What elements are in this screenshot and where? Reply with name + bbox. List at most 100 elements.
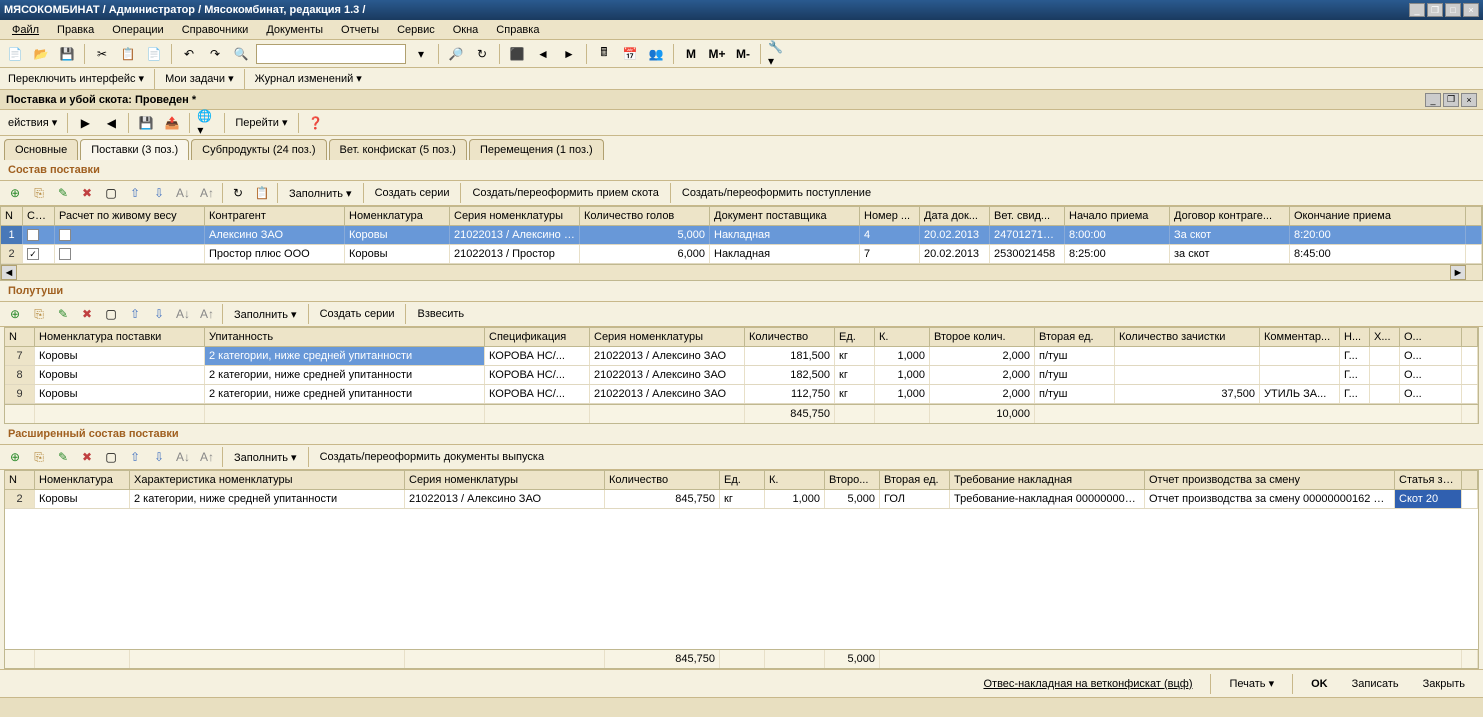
create-receipt-button[interactable]: Создать/переоформить поступление xyxy=(675,184,878,202)
grid1-scrollbar[interactable]: ◄ ► xyxy=(1,264,1482,280)
help-icon[interactable]: ❓ xyxy=(305,112,327,134)
goto-dropdown[interactable]: Перейти ▾ xyxy=(231,114,291,131)
edit-icon[interactable]: ✎ xyxy=(52,446,74,468)
cut-icon[interactable]: ✂ xyxy=(91,43,113,65)
tab-main[interactable]: Основные xyxy=(4,139,78,160)
move-down-icon[interactable]: ⇩ xyxy=(148,446,170,468)
scroll-right-icon[interactable]: ► xyxy=(1450,265,1466,280)
post-icon[interactable]: ▶ xyxy=(74,112,96,134)
col-liveweight[interactable]: Расчет по живому весу xyxy=(55,207,205,225)
move-down-icon[interactable]: ⇩ xyxy=(148,182,170,204)
delete-icon[interactable]: ✖ xyxy=(76,446,98,468)
cost-cell-selected[interactable]: Скот 20 xyxy=(1395,490,1462,508)
col-number[interactable]: Номер ... xyxy=(860,207,920,225)
checkbox-liveweight[interactable] xyxy=(59,229,71,241)
users-icon[interactable]: 👥 xyxy=(645,43,667,65)
doc-export-icon[interactable]: 📤 xyxy=(161,112,183,134)
restore-button[interactable]: ❐ xyxy=(1427,3,1443,17)
ok-button[interactable]: OK xyxy=(1303,675,1336,693)
col-n[interactable]: N xyxy=(1,207,23,225)
create-output-button[interactable]: Создать/переоформить документы выпуска xyxy=(313,448,551,466)
save-icon[interactable]: 💾 xyxy=(56,43,78,65)
copy-icon[interactable]: 📋 xyxy=(117,43,139,65)
search-input[interactable] xyxy=(256,44,406,64)
tab-vet[interactable]: Вет. конфискат (5 поз.) xyxy=(329,139,467,160)
weigh-note-link[interactable]: Отвес-накладная на ветконфискат (вцф) xyxy=(975,675,1200,693)
move-down-icon[interactable]: ⇩ xyxy=(148,303,170,325)
menu-documents[interactable]: Документы xyxy=(260,22,329,38)
add-icon[interactable]: ⊕ xyxy=(4,303,26,325)
menu-file[interactable]: Файл xyxy=(6,22,45,38)
col-vet[interactable]: Вет. свид... xyxy=(990,207,1065,225)
table-row[interactable]: 2 Простор плюс ООО Коровы 21022013 / Про… xyxy=(1,245,1482,264)
back-icon[interactable]: ◄ xyxy=(532,43,554,65)
sort-asc-icon[interactable]: A↓ xyxy=(172,182,194,204)
col-start[interactable]: Начало приема xyxy=(1065,207,1170,225)
clear-icon[interactable]: ▢ xyxy=(100,182,122,204)
undo-icon[interactable]: ↶ xyxy=(178,43,200,65)
col-supplier-doc[interactable]: Документ поставщика xyxy=(710,207,860,225)
stop-icon[interactable]: ⬛ xyxy=(506,43,528,65)
edit-icon[interactable]: ✎ xyxy=(52,182,74,204)
paste-icon[interactable]: 📄 xyxy=(143,43,165,65)
sort-asc-icon[interactable]: A↓ xyxy=(172,446,194,468)
copy-row-icon[interactable]: ⎘ xyxy=(28,303,50,325)
clear-icon[interactable]: ▢ xyxy=(100,446,122,468)
save-button[interactable]: Записать xyxy=(1344,675,1407,693)
switch-interface[interactable]: Переключить интерфейс ▾ xyxy=(4,70,148,87)
table-row[interactable]: 8 Коровы 2 категории, ниже средней упита… xyxy=(5,366,1478,385)
table-row[interactable]: 2 Коровы 2 категории, ниже средней упита… xyxy=(5,490,1478,509)
refresh-icon[interactable]: ↻ xyxy=(471,43,493,65)
m-minus-button[interactable]: M- xyxy=(732,43,754,65)
calc-icon[interactable]: 🖩 xyxy=(593,43,615,65)
move-up-icon[interactable]: ⇧ xyxy=(124,182,146,204)
copy-row-icon[interactable]: ⎘ xyxy=(28,182,50,204)
col-heads[interactable]: Количество голов xyxy=(580,207,710,225)
delete-icon[interactable]: ✖ xyxy=(76,303,98,325)
menu-operations[interactable]: Операции xyxy=(106,22,169,38)
redo-icon[interactable]: ↷ xyxy=(204,43,226,65)
unpost-icon[interactable]: ◀ xyxy=(100,112,122,134)
m-button[interactable]: M xyxy=(680,43,702,65)
col-series[interactable]: Серия номенклатуры xyxy=(450,207,580,225)
weigh-button[interactable]: Взвесить xyxy=(410,305,471,323)
export-grid-icon[interactable]: 📋 xyxy=(251,182,273,204)
scroll-left-icon[interactable]: ◄ xyxy=(1,265,17,280)
doc-close-button[interactable]: × xyxy=(1461,93,1477,107)
menu-reports[interactable]: Отчеты xyxy=(335,22,385,38)
checkbox-so[interactable] xyxy=(27,229,39,241)
menu-edit[interactable]: Правка xyxy=(51,22,100,38)
col-end[interactable]: Окончание приема xyxy=(1290,207,1466,225)
actions-dropdown[interactable]: ействия ▾ xyxy=(4,114,61,131)
col-agent[interactable]: Контрагент xyxy=(205,207,345,225)
col-so[interactable]: Со... xyxy=(23,207,55,225)
menu-directories[interactable]: Справочники xyxy=(176,22,255,38)
close-button[interactable]: Закрыть xyxy=(1415,675,1473,693)
create-series-button[interactable]: Создать серии xyxy=(313,305,402,323)
table-row[interactable]: 7 Коровы 2 категории, ниже средней упита… xyxy=(5,347,1478,366)
tab-transfers[interactable]: Перемещения (1 поз.) xyxy=(469,139,604,160)
fill-button[interactable]: Заполнить ▾ xyxy=(227,305,304,324)
new-icon[interactable]: 📄 xyxy=(4,43,26,65)
edit-icon[interactable]: ✎ xyxy=(52,303,74,325)
copy-row-icon[interactable]: ⎘ xyxy=(28,446,50,468)
col-date[interactable]: Дата док... xyxy=(920,207,990,225)
create-series-button[interactable]: Создать серии xyxy=(368,184,457,202)
table-row[interactable]: 9 Коровы 2 категории, ниже средней упита… xyxy=(5,385,1478,404)
minimize-button[interactable]: _ xyxy=(1409,3,1425,17)
checkbox-so[interactable] xyxy=(27,248,39,260)
print-button[interactable]: Печать ▾ xyxy=(1221,674,1282,693)
create-reception-button[interactable]: Создать/переоформить прием скота xyxy=(465,184,665,202)
refresh-grid-icon[interactable]: ↻ xyxy=(227,182,249,204)
sort-desc-icon[interactable]: A↑ xyxy=(196,303,218,325)
move-up-icon[interactable]: ⇧ xyxy=(124,303,146,325)
calendar-icon[interactable]: 📅 xyxy=(619,43,641,65)
delete-icon[interactable]: ✖ xyxy=(76,182,98,204)
sort-asc-icon[interactable]: A↓ xyxy=(172,303,194,325)
fill-button[interactable]: Заполнить ▾ xyxy=(282,184,359,203)
forward-icon[interactable]: ► xyxy=(558,43,580,65)
move-up-icon[interactable]: ⇧ xyxy=(124,446,146,468)
m-plus-button[interactable]: M+ xyxy=(706,43,728,65)
structure-icon[interactable]: 🌐▾ xyxy=(196,112,218,134)
maximize-button[interactable]: □ xyxy=(1445,3,1461,17)
